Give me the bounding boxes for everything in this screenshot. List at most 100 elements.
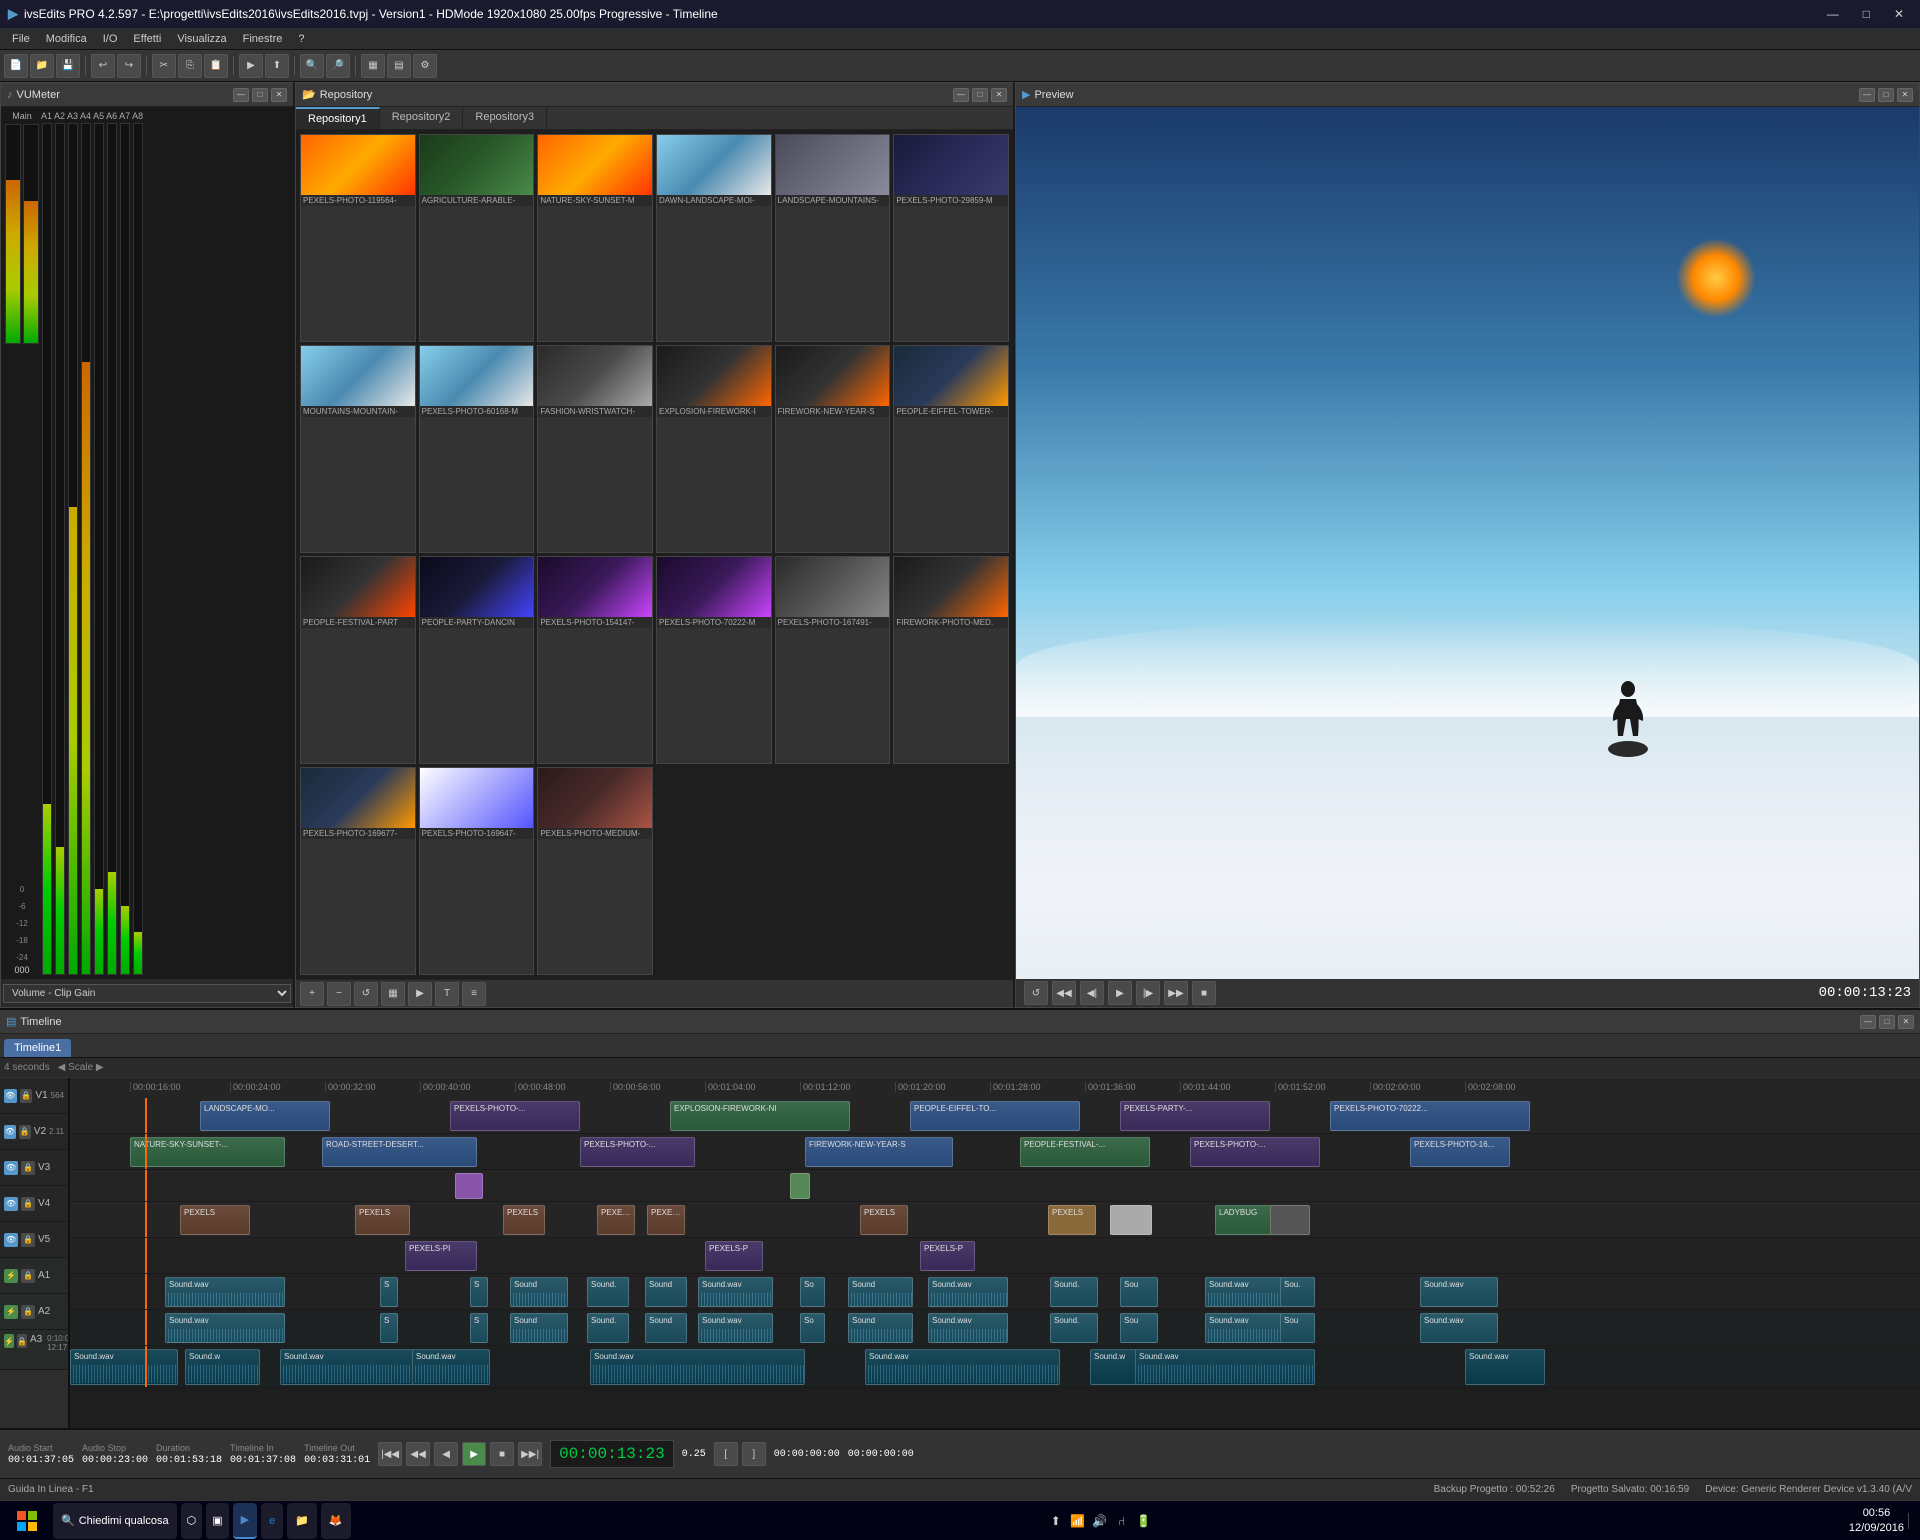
undo-button[interactable]: ↩ [91, 54, 115, 78]
track-content[interactable]: 00:00:16:00 00:00:24:00 00:00:32:00 00:0… [70, 1078, 1920, 1428]
repo-item[interactable]: NATURE-SKY-SUNSET-M [537, 134, 653, 342]
clip-v4-8[interactable] [1110, 1205, 1152, 1235]
repo-item[interactable]: FASHION-WRISTWATCH- [537, 345, 653, 553]
preview-minimize[interactable]: — [1859, 88, 1875, 102]
v3-eye-icon[interactable]: 👁 [4, 1161, 18, 1175]
clip-a1-6[interactable]: Sound [645, 1277, 687, 1307]
clip-a1-14[interactable]: Sou. [1280, 1277, 1315, 1307]
repo-play-button[interactable]: ▶ [408, 982, 432, 1006]
clip-v2-2[interactable]: ROAD-STREET-DESERT... [322, 1137, 477, 1167]
a3-power-icon[interactable]: ⚡ [4, 1334, 14, 1348]
repo-item[interactable]: MOUNTAINS-MOUNTAIN- [300, 345, 416, 553]
settings-button[interactable]: ⚙ [413, 54, 437, 78]
vumeter-maximize[interactable]: □ [252, 88, 268, 102]
taskbar-app-ivs[interactable]: ▶ [233, 1503, 257, 1539]
clip-a2-12[interactable]: Sou [1120, 1313, 1158, 1343]
repo-view-button[interactable]: ▦ [381, 982, 405, 1006]
repo-item[interactable]: FIREWORK-NEW-YEAR-S [775, 345, 891, 553]
tray-volume[interactable]: 🔊 [1092, 1513, 1108, 1529]
maximize-button[interactable]: □ [1855, 5, 1878, 23]
preview-play-button[interactable]: ▶ [1108, 981, 1132, 1005]
vumeter-close[interactable]: ✕ [271, 88, 287, 102]
clip-a1-3[interactable]: S [470, 1277, 488, 1307]
mark-in-button[interactable]: [ [714, 1442, 738, 1466]
repo-refresh-button[interactable]: ↺ [354, 982, 378, 1006]
repo-close[interactable]: ✕ [991, 88, 1007, 102]
paste-button[interactable]: 📋 [204, 54, 228, 78]
tray-network[interactable]: 📶 [1070, 1513, 1086, 1529]
repo-item[interactable]: PEXELS-PHOTO-70222-M [656, 556, 772, 764]
a1-power-icon[interactable]: ⚡ [4, 1269, 18, 1283]
repo-item[interactable]: AGRICULTURE-ARABLE- [419, 134, 535, 342]
repo-item[interactable]: LANDSCAPE-MOUNTAINS- [775, 134, 891, 342]
taskbar-app-explorer[interactable]: 📁 [287, 1503, 317, 1539]
a3-lock-icon[interactable]: 🔒 [17, 1334, 27, 1348]
clip-a2-4[interactable]: Sound [510, 1313, 568, 1343]
repo-item[interactable]: PEOPLE-EIFFEL-TOWER- [893, 345, 1009, 553]
clip-v2-4[interactable]: FIREWORK-NEW-YEAR-S [805, 1137, 953, 1167]
repo-item[interactable]: PEXELS-PHOTO-169677- [300, 767, 416, 975]
repo-minimize[interactable]: — [953, 88, 969, 102]
preview-next-frame-button[interactable]: |▶ [1136, 981, 1160, 1005]
clip-a1-2[interactable]: S [380, 1277, 398, 1307]
repo-item[interactable]: EXPLOSION-FIREWORK-I [656, 345, 772, 553]
open-button[interactable]: 📁 [30, 54, 54, 78]
export-button[interactable]: ⬆ [265, 54, 289, 78]
clip-a3-2[interactable]: Sound.w [185, 1349, 260, 1385]
clip-a1-10[interactable]: Sound.wav [928, 1277, 1008, 1307]
clip-a1-11[interactable]: Sound. [1050, 1277, 1098, 1307]
clip-a2-2[interactable]: S [380, 1313, 398, 1343]
clip-v5-2[interactable]: PEXELS-P [705, 1241, 763, 1271]
clip-v4-4[interactable]: PEXELS [597, 1205, 635, 1235]
menu-help[interactable]: ? [290, 31, 312, 47]
repo-add-button[interactable]: + [300, 982, 324, 1006]
clip-v1-2[interactable]: PEXELS-PHOTO-... [450, 1101, 580, 1131]
repo-item[interactable]: PEXELS-PHOTO-167491- [775, 556, 891, 764]
transport-next-button[interactable]: ▶▶| [518, 1442, 542, 1466]
transport-back-button[interactable]: ◀◀ [406, 1442, 430, 1466]
clip-a2-3[interactable]: S [470, 1313, 488, 1343]
grid-button[interactable]: ▦ [361, 54, 385, 78]
preview-loop-button[interactable]: ↺ [1024, 981, 1048, 1005]
clip-a3-6[interactable]: Sound.wav [865, 1349, 1060, 1385]
a1-lock-icon[interactable]: 🔒 [21, 1269, 35, 1283]
vumeter-minimize[interactable]: — [233, 88, 249, 102]
repo-tab-3[interactable]: Repository3 [463, 107, 547, 129]
v1-eye-icon[interactable]: 👁 [4, 1089, 17, 1103]
repo-item[interactable]: PEXELS-PHOTO-119564- [300, 134, 416, 342]
timeline-tab-1[interactable]: Timeline1 [4, 1039, 71, 1057]
repo-text-button[interactable]: T [435, 982, 459, 1006]
clip-a2-8[interactable]: So [800, 1313, 825, 1343]
clip-a2-15[interactable]: Sound.wav [1420, 1313, 1498, 1343]
clip-v3-1[interactable] [455, 1173, 483, 1199]
clip-a2-14[interactable]: Sou [1280, 1313, 1315, 1343]
clip-v2-6[interactable]: PEXELS-PHOTO-... [1190, 1137, 1320, 1167]
preview-maximize[interactable]: □ [1878, 88, 1894, 102]
clip-v3-2[interactable] [790, 1173, 810, 1199]
v4-eye-icon[interactable]: 👁 [4, 1197, 18, 1211]
tray-bluetooth[interactable]: ⑁ [1114, 1513, 1130, 1529]
clip-v4-3[interactable]: PEXELS [503, 1205, 545, 1235]
timeline-minimize[interactable]: — [1860, 1015, 1876, 1029]
preview-prev-frame-button[interactable]: ◀| [1080, 981, 1104, 1005]
repo-item[interactable]: PEXELS-PHOTO-169647- [419, 767, 535, 975]
a2-lock-icon[interactable]: 🔒 [21, 1305, 35, 1319]
clip-a1-9[interactable]: Sound [848, 1277, 913, 1307]
clip-a2-10[interactable]: Sound.wav [928, 1313, 1008, 1343]
new-button[interactable]: 📄 [4, 54, 28, 78]
repo-item[interactable]: DAWN-LANDSCAPE-MOI- [656, 134, 772, 342]
clip-a2-1[interactable]: Sound.wav [165, 1313, 285, 1343]
clip-a2-6[interactable]: Sound [645, 1313, 687, 1343]
clip-v1-5[interactable]: PEXELS-PARTY-... [1120, 1101, 1270, 1131]
clip-a1-8[interactable]: So [800, 1277, 825, 1307]
grid2-button[interactable]: ▤ [387, 54, 411, 78]
clip-a3-9[interactable]: Sound.wav [1465, 1349, 1545, 1385]
v5-lock-icon[interactable]: 🔒 [21, 1233, 35, 1247]
repo-item[interactable]: PEOPLE-FESTIVAL-PART [300, 556, 416, 764]
v2-lock-icon[interactable]: 🔒 [19, 1125, 31, 1139]
transport-stop-button[interactable]: ■ [490, 1442, 514, 1466]
taskbar-app-ie[interactable]: e [261, 1503, 283, 1539]
vu-volume-dropdown[interactable]: Volume - Clip Gain [3, 984, 291, 1003]
clip-v1-6[interactable]: PEXELS-PHOTO-70222... [1330, 1101, 1530, 1131]
clip-a1-15[interactable]: Sound.wav [1420, 1277, 1498, 1307]
